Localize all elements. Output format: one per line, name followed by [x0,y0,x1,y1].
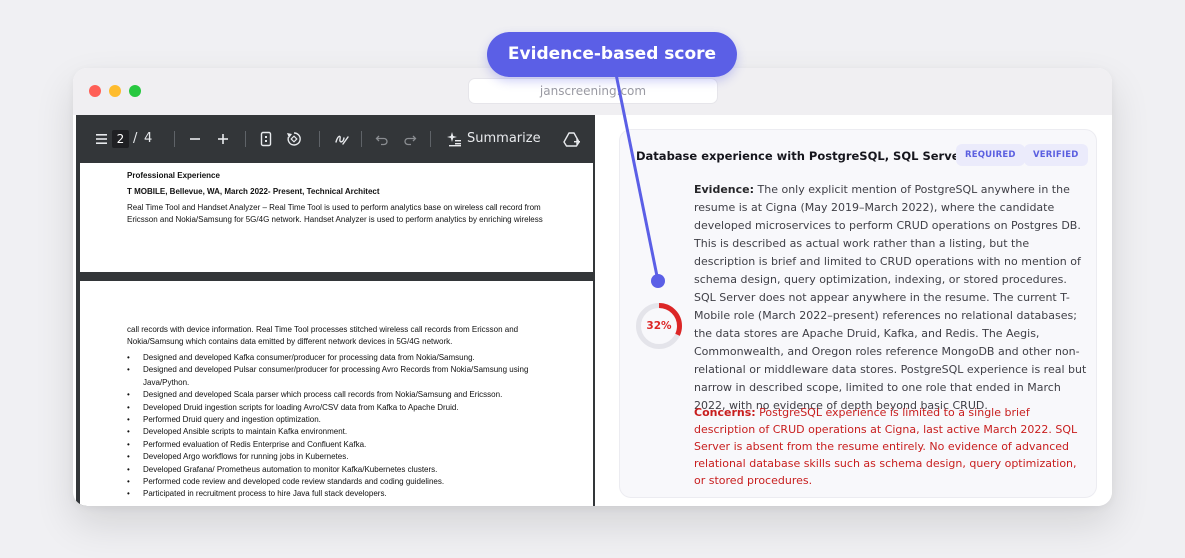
bullet-text: Developed Grafana/ Prometheus automation… [143,464,438,474]
menu-icon[interactable] [96,129,108,149]
bullet-text: Designed and developed Kafka consumer/pr… [143,353,475,362]
resume-line: Nokia/Samsung which contains data emitte… [127,337,453,346]
resume-bullet: • Developed Argo workflows for running jo… [127,451,547,463]
bullet-text: Performed evaluation of Redis Enterprise… [143,439,367,449]
bullet-text: Performed Druid query and ingestion opti… [143,415,321,425]
verified-badge: VERIFIED [1024,144,1088,166]
bullet-marker: • [127,390,130,400]
bullet-list: • Designed and developed Kafka consumer/p… [127,352,547,501]
total-pages: 4 [144,131,153,146]
bullet-text: Developed Druid ingestion scripts for lo… [143,402,459,412]
job-heading: T MOBILE, Bellevue, WA, March 2022- Pres… [127,187,380,196]
toolbar-divider [430,131,431,147]
bullet-marker: • [127,415,130,425]
summarize-button[interactable]: Summarize [446,129,541,149]
bullet-text: Developed Ansible scripts to maintain Ka… [143,427,348,437]
bullet-marker: • [127,452,130,462]
resume-bullet: • Developed Ansible scripts to maintain K… [127,426,547,438]
toolbar-divider [319,131,320,147]
resume-bullet: • Designed and developed Pulsar consumer/… [127,364,547,389]
address-bar[interactable]: janscreening.com [468,78,718,104]
concerns-label: Concerns: [694,406,756,419]
redo-icon[interactable] [403,129,417,149]
evidence-text: Evidence: The only explicit mention of P… [694,181,1089,415]
bullet-marker: • [127,489,130,499]
resume-bullet: • Developed Druid ingestion scripts for l… [127,402,547,414]
zoom-in-icon[interactable] [217,129,229,149]
bullet-marker: • [127,365,130,375]
pdf-page-1: Professional Experience T MOBILE, Bellev… [80,163,593,272]
toolbar-divider [245,131,246,147]
resume-bullet: • Performed code review and developed cod… [127,476,547,488]
current-page-input[interactable]: 2 [112,130,129,148]
maximize-window-button[interactable] [129,85,141,97]
bullet-marker: • [127,464,130,474]
draw-icon[interactable] [334,129,350,149]
bullet-marker: • [127,477,130,487]
bullet-text: Performed code review and developed code… [143,477,445,487]
required-badge: REQUIRED [956,144,1025,166]
undo-icon[interactable] [375,129,389,149]
bullet-marker: • [127,427,130,437]
pdf-viewer: 2 / 4 Summarize Professional Experience … [76,115,595,506]
evidence-panel: Database experience with PostgreSQL, SQL… [595,115,1112,506]
bullet-text: Designed and developed Scala parser whic… [143,390,503,400]
bullet-text: Designed and developed Pulsar consumer/p… [143,365,529,387]
resume-bullet: • Performed evaluation of Redis Enterpris… [127,439,547,451]
score-label: 32% [646,320,672,332]
minimize-window-button[interactable] [109,85,121,97]
bullet-text: Developed Argo workflows for running job… [143,452,349,462]
pdf-toolbar: 2 / 4 Summarize [76,115,595,163]
bullet-text: Participated in recruitment process to h… [143,489,387,499]
concerns-text: Concerns: PostgreSQL experience is limit… [694,404,1089,489]
resume-line: call records with device information. Re… [127,325,519,334]
evidence-body: The only explicit mention of PostgreSQL … [694,183,1087,412]
resume-line: Ericsson and Nokia/Samsung for 5G/4G net… [127,215,543,224]
browser-window: janscreening.com 2 / 4 Summarize Profess… [73,68,1112,506]
bullet-marker: • [127,402,130,412]
sparkle-icon [447,132,461,147]
rotate-icon[interactable] [286,129,302,149]
requirement-title: Database experience with PostgreSQL, SQL… [636,149,966,163]
evidence-score-callout: Evidence-based score [487,32,737,77]
requirement-card: Database experience with PostgreSQL, SQL… [619,129,1097,498]
close-window-button[interactable] [89,85,101,97]
bullet-marker: • [127,353,130,362]
toolbar-divider [174,131,175,147]
summarize-label: Summarize [467,131,541,146]
evidence-label: Evidence: [694,183,755,196]
resume-line: Real Time Tool and Handset Analyzer – Re… [127,203,541,212]
fit-page-icon[interactable] [260,129,272,149]
page-separator: / [133,131,138,146]
section-heading: Professional Experience [127,171,220,180]
resume-bullet: • Performed Druid query and ingestion opt… [127,414,547,426]
resume-bullet: • Developed Grafana/ Prometheus automatio… [127,464,547,476]
toolbar-divider [361,131,362,147]
bullet-marker: • [127,439,130,449]
resume-bullet: • Designed and developed Scala parser whi… [127,389,547,401]
zoom-out-icon[interactable] [189,129,201,149]
resume-bullet: • Designed and developed Kafka consumer/p… [127,352,547,364]
resume-bullet: • Participated in recruitment process to … [127,488,547,500]
pdf-page-2: call records with device information. Re… [80,281,593,506]
add-to-drive-icon[interactable] [563,129,581,149]
